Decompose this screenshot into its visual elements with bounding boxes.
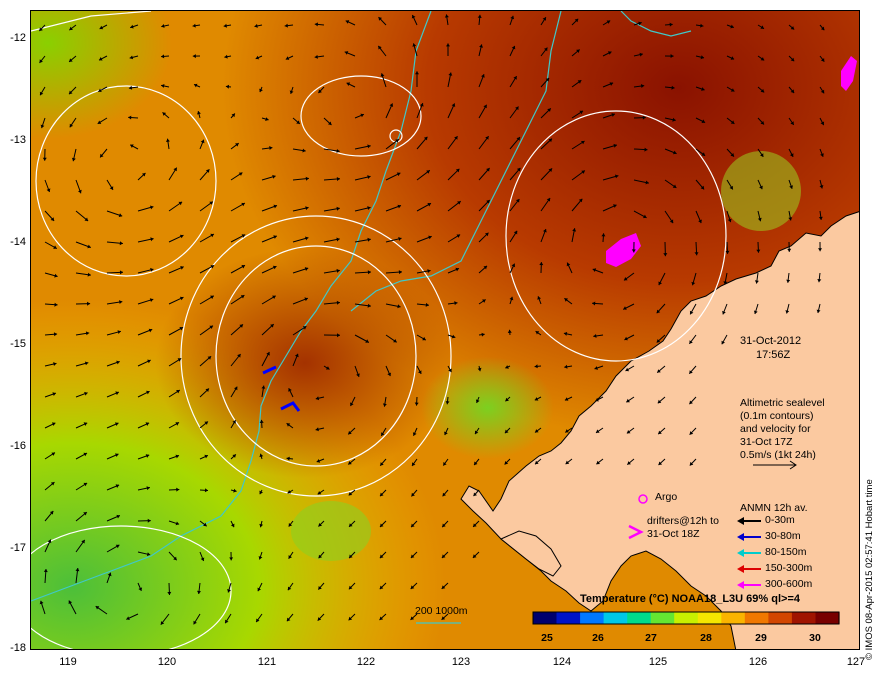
colorbar xyxy=(533,612,840,624)
colorbar-tick: 29 xyxy=(755,632,767,644)
sst-map xyxy=(30,10,860,650)
colorbar-tick: 25 xyxy=(541,632,553,644)
sst-map-canvas xyxy=(31,11,859,649)
drifters-label: drifters@12h to 31-Oct 18Z xyxy=(647,515,719,541)
map-date: 31-Oct-2012 xyxy=(740,335,802,347)
colorbar-title: Temperature (°C) NOAA18_L3U 69% ql>=4 xyxy=(580,593,800,605)
colorbar-segment xyxy=(815,612,840,624)
lat-tick: -12 xyxy=(10,32,26,44)
lat-tick: -15 xyxy=(10,338,26,350)
colorbar-segment xyxy=(533,612,558,624)
lon-tick: 121 xyxy=(257,656,277,668)
altimetry-line: and velocity for xyxy=(740,423,811,435)
colorbar-segment xyxy=(721,612,746,624)
sst-green-patch-south xyxy=(291,501,371,561)
colorbar-tick: 26 xyxy=(592,632,604,644)
colorbar-segment xyxy=(768,612,793,624)
lat-tick: -17 xyxy=(10,542,26,554)
isobath-label: 200 1000m xyxy=(415,605,468,617)
anmn-legend-item: 0-30m xyxy=(765,514,795,526)
colorbar-segment xyxy=(650,612,675,624)
lon-tick: 120 xyxy=(157,656,177,668)
colorbar-segment xyxy=(627,612,652,624)
lon-tick: 124 xyxy=(552,656,572,668)
anmn-legend-title: ANMN 12h av. xyxy=(740,502,808,514)
lat-tick: -16 xyxy=(10,440,26,452)
altimetry-line: 0.5m/s (1kt 24h) xyxy=(740,449,816,461)
colorbar-tick: 27 xyxy=(645,632,657,644)
colorbar-tick: 28 xyxy=(700,632,712,644)
argo-label: Argo xyxy=(655,491,678,503)
lon-tick: 126 xyxy=(748,656,768,668)
colorbar-segment xyxy=(580,612,605,624)
anmn-legend-item: 30-80m xyxy=(765,530,801,542)
colorbar-segment xyxy=(603,612,628,624)
altimetry-line: Altimetric sealevel xyxy=(740,397,825,409)
lon-tick: 123 xyxy=(451,656,471,668)
lon-tick: 122 xyxy=(356,656,376,668)
colorbar-tick: 30 xyxy=(809,632,821,644)
drifters-line: 31-Oct 18Z xyxy=(647,528,700,540)
altimetry-line: (0.1m contours) xyxy=(740,410,814,422)
colorbar-segment xyxy=(791,612,816,624)
anmn-legend-item: 300-600m xyxy=(765,578,813,590)
colorbar-segment xyxy=(674,612,699,624)
drifters-line: drifters@12h to xyxy=(647,515,719,527)
lat-tick: -18 xyxy=(10,642,26,654)
colorbar-segment xyxy=(697,612,722,624)
lon-tick: 125 xyxy=(648,656,668,668)
colorbar-segment xyxy=(744,612,769,624)
lat-tick: -13 xyxy=(10,134,26,146)
colorbar-segment xyxy=(556,612,581,624)
lon-tick: 119 xyxy=(59,656,77,668)
credit-text: © IMOS 08-Apr-2015 02:57:41 Hobart time xyxy=(864,479,875,660)
anmn-legend-item: 80-150m xyxy=(765,546,807,558)
map-time: 17:56Z xyxy=(756,349,791,361)
anmn-legend-item: 150-300m xyxy=(765,562,813,574)
altimetry-line: 31-Oct 17Z xyxy=(740,436,793,448)
lat-tick: -14 xyxy=(10,236,26,248)
altimetry-note: Altimetric sealevel (0.1m contours) and … xyxy=(740,397,825,462)
